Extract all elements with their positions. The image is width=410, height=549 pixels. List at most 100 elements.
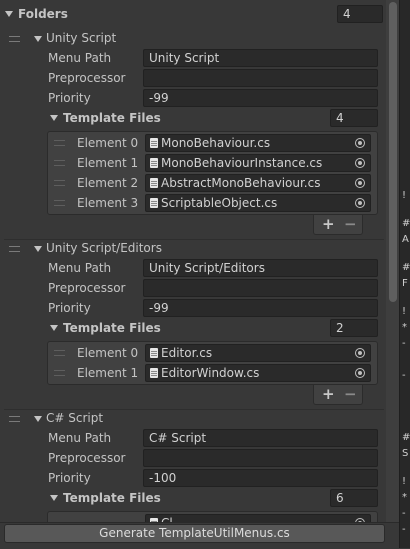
- element-file-name: AbstractMonoBehaviour.cs: [161, 176, 321, 190]
- entry-name: C# Script: [46, 411, 104, 425]
- drag-handle-icon[interactable]: [9, 246, 20, 252]
- element-label: Element 1: [77, 156, 139, 170]
- menu-path-field[interactable]: Unity Script/Editors: [143, 259, 378, 277]
- panel-text-fragment: !: [402, 190, 407, 201]
- generate-button[interactable]: Generate TemplateUtilMenus.cs: [4, 524, 385, 543]
- element-label: Element 0: [77, 136, 139, 150]
- drag-handle-icon[interactable]: [9, 36, 20, 42]
- element-object-field[interactable]: Editor.cs: [145, 344, 371, 362]
- menu-path-field[interactable]: Unity Script: [143, 49, 378, 67]
- menu-path-label: Menu Path: [48, 431, 112, 445]
- element-drag-handle-icon[interactable]: [54, 140, 65, 146]
- priority-field[interactable]: -99: [143, 89, 378, 107]
- cs-file-icon: [150, 368, 158, 378]
- element-file-name: MonoBehaviour.cs: [161, 136, 271, 150]
- menu-path-label: Menu Path: [48, 261, 112, 275]
- menu-path-field[interactable]: C# Script: [143, 429, 378, 447]
- element-file-name: ScriptableObject.cs: [161, 196, 278, 210]
- template-files-label: Template Files: [63, 321, 161, 335]
- template-files-count-field[interactable]: 2: [330, 319, 378, 337]
- element-drag-handle-icon[interactable]: [54, 350, 65, 356]
- priority-label: Priority: [48, 301, 91, 315]
- adjacent-panel-edge: ! # A # F ! * - - # S ! * - -: [399, 0, 410, 548]
- panel-text-fragment: *: [402, 492, 407, 503]
- element-label: Element 3: [77, 196, 139, 210]
- preprocessor-label: Preprocessor: [48, 281, 126, 295]
- entry-foldout-arrow-icon[interactable]: [34, 36, 42, 42]
- drag-handle-icon[interactable]: [9, 416, 20, 422]
- panel-text-fragment: #: [402, 432, 410, 443]
- element-object-field[interactable]: ScriptableObject.cs: [145, 194, 371, 212]
- element-label: Element 0: [77, 346, 139, 360]
- template-files-count-field[interactable]: 6: [330, 489, 378, 507]
- element-drag-handle-icon[interactable]: [54, 160, 65, 166]
- element-drag-handle-icon[interactable]: [54, 200, 65, 206]
- panel-text-fragment: #: [402, 262, 410, 273]
- remove-element-button[interactable]: −: [344, 386, 357, 402]
- panel-text-fragment: F: [402, 278, 408, 289]
- template-files-count-field[interactable]: 4: [330, 109, 378, 127]
- element-object-field[interactable]: AbstractMonoBehaviour.cs: [145, 174, 371, 192]
- entry-foldout-arrow-icon[interactable]: [34, 246, 42, 252]
- object-picker-icon[interactable]: [355, 348, 365, 358]
- template-files-foldout-arrow-icon[interactable]: [50, 115, 58, 121]
- object-picker-icon[interactable]: [355, 158, 365, 168]
- element-object-field[interactable]: EditorWindow.cs: [145, 364, 371, 382]
- preprocessor-field[interactable]: [143, 279, 378, 297]
- folders-foldout-arrow-icon[interactable]: [5, 11, 13, 17]
- template-files-foldout-arrow-icon[interactable]: [50, 495, 58, 501]
- element-label: Element 1: [77, 366, 139, 380]
- template-files-label: Template Files: [63, 111, 161, 125]
- element-object-field[interactable]: MonoBehaviourInstance.cs: [145, 154, 371, 172]
- cs-file-icon: [150, 198, 158, 208]
- element-file-name: EditorWindow.cs: [161, 366, 260, 380]
- panel-text-fragment: -: [402, 508, 406, 519]
- list-add-remove-bar: + −: [313, 385, 363, 405]
- cs-file-icon: [150, 178, 158, 188]
- generate-button-label: Generate TemplateUtilMenus.cs: [99, 526, 290, 540]
- element-object-field[interactable]: MonoBehaviour.cs: [145, 134, 371, 152]
- object-picker-icon[interactable]: [355, 178, 365, 188]
- element-label: Element 2: [77, 176, 139, 190]
- template-files-label: Template Files: [63, 491, 161, 505]
- entry-name: Unity Script: [46, 31, 117, 45]
- panel-text-fragment: -: [402, 524, 406, 535]
- object-picker-icon[interactable]: [355, 198, 365, 208]
- element-drag-handle-icon[interactable]: [54, 370, 65, 376]
- preprocessor-label: Preprocessor: [48, 451, 126, 465]
- preprocessor-field[interactable]: [143, 69, 378, 87]
- panel-text-fragment: #: [402, 218, 410, 229]
- entry-foldout-arrow-icon[interactable]: [34, 416, 42, 422]
- priority-label: Priority: [48, 471, 91, 485]
- scrollbar-thumb[interactable]: [389, 2, 397, 302]
- preprocessor-field[interactable]: [143, 449, 378, 467]
- panel-text-fragment: !: [402, 476, 407, 487]
- panel-text-fragment: -: [402, 370, 406, 381]
- folders-count-field[interactable]: 4: [337, 5, 383, 23]
- panel-text-fragment: S: [402, 448, 409, 459]
- list-add-remove-bar: + −: [313, 215, 363, 235]
- panel-text-fragment: -: [402, 338, 406, 349]
- cs-file-icon: [150, 138, 158, 148]
- priority-field[interactable]: -100: [143, 469, 378, 487]
- panel-text-fragment: !: [402, 306, 407, 317]
- remove-element-button[interactable]: −: [344, 216, 357, 232]
- add-element-button[interactable]: +: [322, 386, 335, 402]
- object-picker-icon[interactable]: [355, 138, 365, 148]
- element-file-name: MonoBehaviourInstance.cs: [161, 156, 323, 170]
- panel-text-fragment: *: [402, 322, 407, 333]
- menu-path-label: Menu Path: [48, 51, 112, 65]
- add-element-button[interactable]: +: [322, 216, 335, 232]
- folders-label: Folders: [18, 7, 68, 21]
- priority-label: Priority: [48, 91, 91, 105]
- preprocessor-label: Preprocessor: [48, 71, 126, 85]
- object-picker-icon[interactable]: [355, 368, 365, 378]
- panel-text-fragment: A: [402, 234, 409, 245]
- element-file-name: Editor.cs: [161, 346, 213, 360]
- priority-field[interactable]: -99: [143, 299, 378, 317]
- entry-name: Unity Script/Editors: [46, 241, 162, 255]
- cs-file-icon: [150, 158, 158, 168]
- cs-file-icon: [150, 348, 158, 358]
- template-files-foldout-arrow-icon[interactable]: [50, 325, 58, 331]
- element-drag-handle-icon[interactable]: [54, 180, 65, 186]
